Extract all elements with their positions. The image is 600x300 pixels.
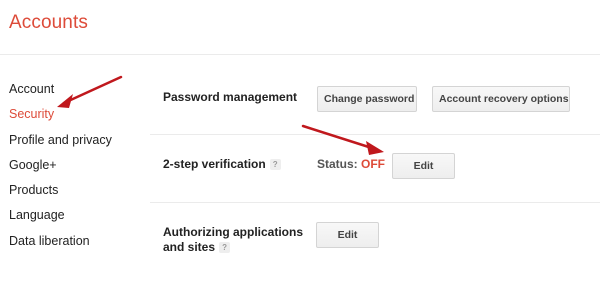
row-divider [150,202,600,203]
page-title: Accounts [9,12,88,33]
sidebar-nav: Account Security Profile and privacy Goo… [9,80,129,257]
sidebar-item-products[interactable]: Products [9,181,129,206]
authorizing-label-line2: and sites? [163,240,303,255]
sidebar-item-profile-and-privacy[interactable]: Profile and privacy [9,131,129,156]
sidebar-item-language[interactable]: Language [9,206,129,231]
help-icon[interactable]: ? [219,242,231,254]
status-label: Status: [317,157,358,171]
status-badge: OFF [361,157,386,171]
two-step-status: Status: OFF [317,157,385,171]
sidebar-item-data-liberation[interactable]: Data liberation [9,232,129,257]
password-management-label: Password management [163,90,298,104]
two-step-edit-button[interactable]: Edit [392,153,455,179]
sidebar-item-account[interactable]: Account [9,80,129,105]
account-recovery-options-button[interactable]: Account recovery options [432,86,570,112]
authorizing-label-line1: Authorizing applications [163,225,303,239]
authorizing-applications-label: Authorizing applications and sites? [163,225,303,255]
two-step-verification-text: 2-step verification [163,157,266,171]
two-step-verification-label: 2-step verification? [163,157,281,172]
header-divider [0,54,600,55]
change-password-button[interactable]: Change password [317,86,417,112]
authorizing-edit-button[interactable]: Edit [316,222,379,248]
authorizing-label-line2-text: and sites [163,240,216,254]
sidebar-item-google-plus[interactable]: Google+ [9,156,129,181]
help-icon[interactable]: ? [269,159,281,171]
arrow-to-edit-icon [301,124,384,155]
row-divider [150,134,600,135]
sidebar-item-security[interactable]: Security [9,105,129,130]
